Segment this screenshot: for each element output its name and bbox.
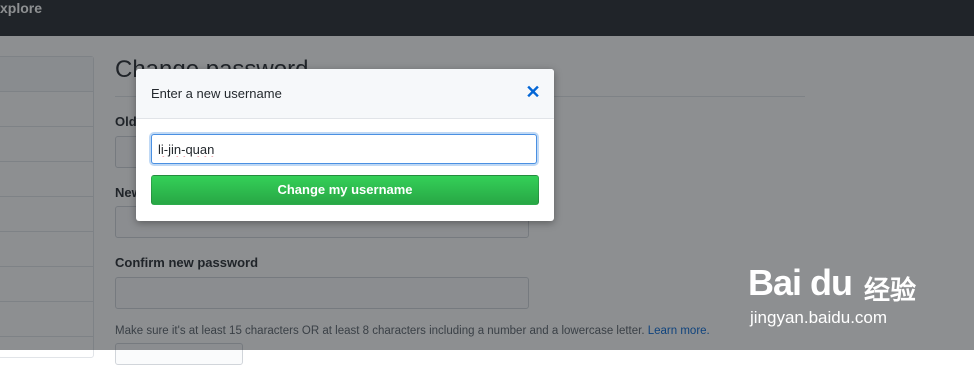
dialog-title: Enter a new username — [151, 86, 282, 101]
watermark-chinese: 经验 — [864, 275, 917, 305]
change-username-dialog: Enter a new username ✕ Change my usernam… — [136, 69, 554, 221]
baidu-watermark: Bai du 经验 jingyan.baidu.com — [744, 240, 924, 330]
close-icon[interactable]: ✕ — [524, 83, 542, 101]
change-username-button[interactable]: Change my username — [151, 175, 539, 205]
watermark-logo: Bai du — [748, 262, 853, 303]
watermark-url: jingyan.baidu.com — [750, 308, 888, 327]
dialog-header: Enter a new username ✕ — [136, 69, 554, 119]
username-input[interactable] — [151, 134, 537, 164]
